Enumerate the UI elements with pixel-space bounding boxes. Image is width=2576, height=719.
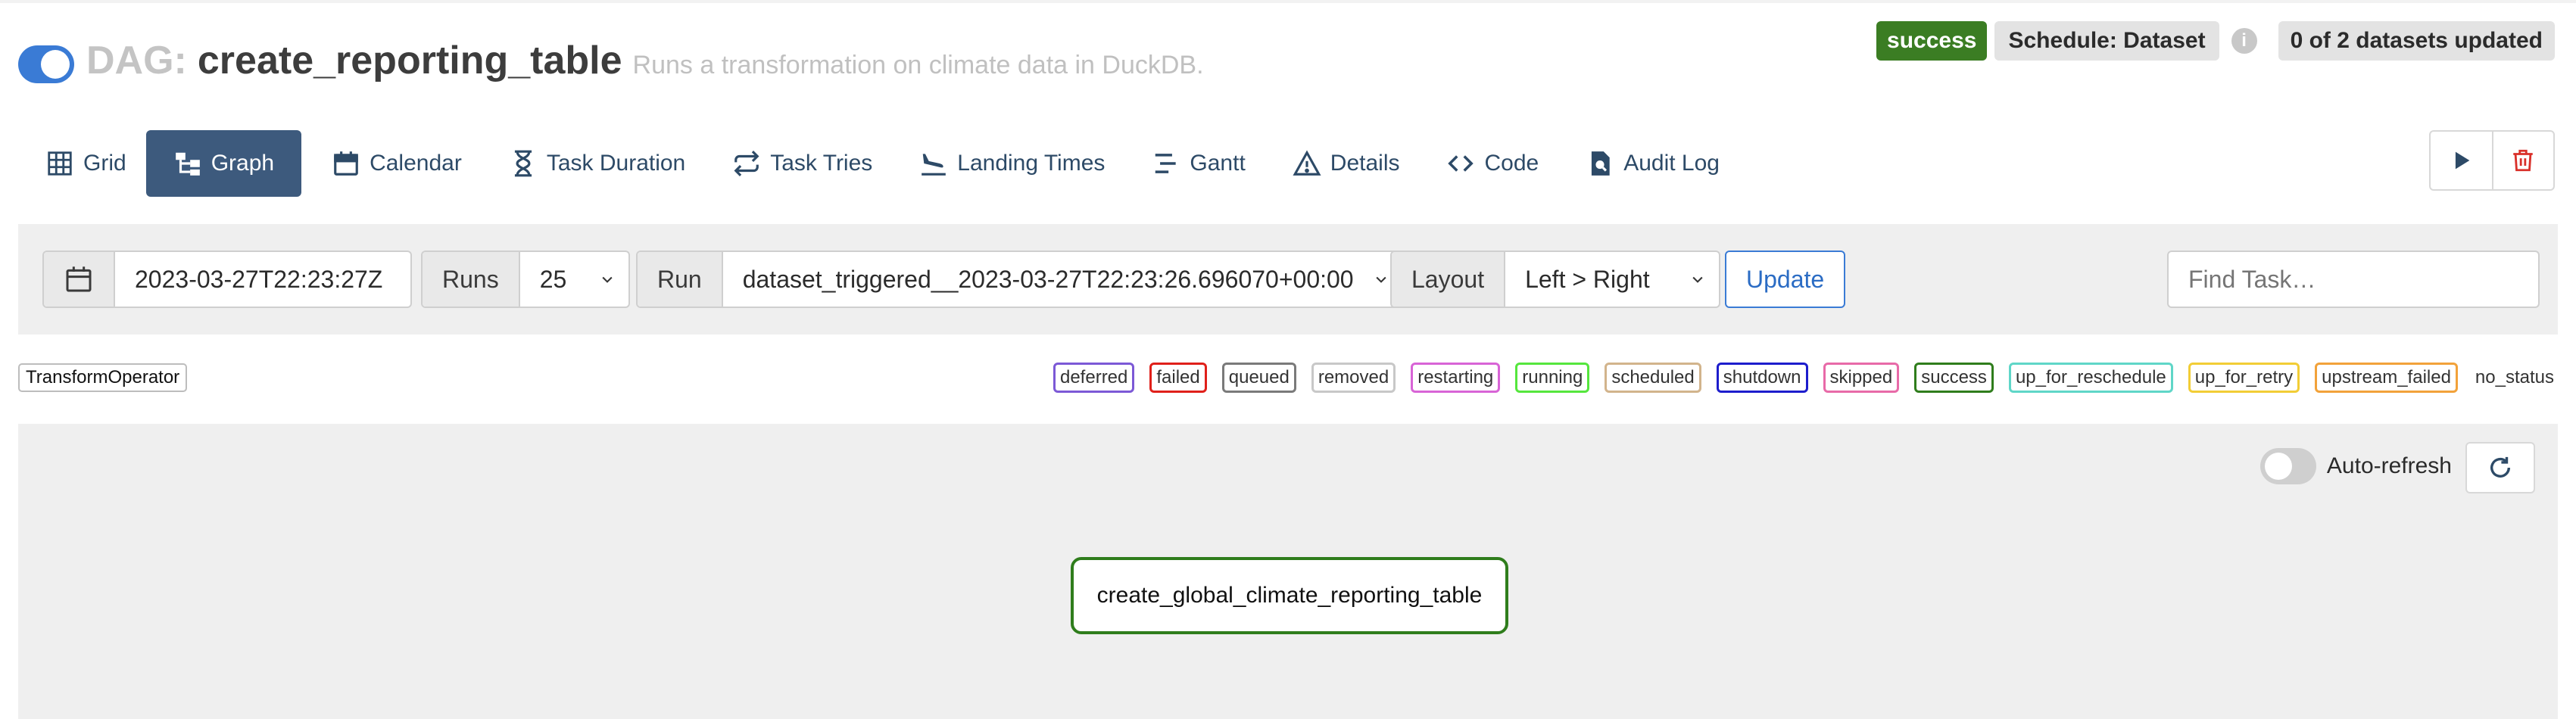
toggle-knob [2264, 453, 2292, 480]
dag-pause-toggle[interactable] [18, 45, 74, 83]
chevron-down-icon [1376, 276, 1386, 283]
gantt-icon [1155, 154, 1177, 173]
graph-controls-bar: 2023-03-27T22:23:27Z Runs 25 Run dataset… [18, 224, 2558, 335]
auto-refresh-toggle[interactable] [2259, 448, 2316, 484]
delete-dag-button[interactable] [2491, 132, 2553, 189]
auto-refresh-control[interactable]: Auto-refresh [2259, 447, 2452, 486]
layout-select[interactable]: Layout Left > Right [1390, 251, 1720, 308]
file-search-icon [1592, 151, 1610, 176]
grid-icon [48, 151, 72, 176]
tab-label: Gantt [1190, 151, 1246, 176]
operator-legend-tag[interactable]: TransformOperator [18, 363, 188, 392]
run-label: Run [638, 252, 723, 307]
dag-prefix: DAG: [86, 39, 187, 82]
chevron-down-icon [602, 276, 613, 283]
tab-audit-log[interactable]: Audit Log [1558, 130, 1736, 197]
legend-state-failed[interactable]: failed [1149, 363, 1207, 393]
hourglass-icon [514, 150, 532, 177]
repeat-icon [734, 151, 759, 176]
calendar-icon [66, 266, 92, 292]
legend-state-upstream-failed[interactable]: upstream_failed [2315, 363, 2458, 393]
legend-state-no-status[interactable]: no_status [2473, 363, 2556, 393]
trash-icon [2513, 149, 2534, 172]
runs-label: Runs [423, 252, 520, 307]
legend-state-queued[interactable]: queued [1221, 363, 1296, 393]
tab-label: Landing Times [957, 151, 1106, 176]
tab-label: Task Tries [770, 151, 873, 176]
legend-state-running[interactable]: running [1515, 363, 1590, 393]
base-date-value[interactable]: 2023-03-27T22:23:27Z [115, 266, 410, 294]
legend-state-success[interactable]: success [1914, 363, 1994, 393]
tab-calendar[interactable]: Calendar [304, 130, 479, 197]
update-button[interactable]: Update [1725, 251, 1846, 308]
legend-state-deferred[interactable]: deferred [1053, 363, 1135, 393]
legend-state-up-for-reschedule[interactable]: up_for_reschedule [2008, 363, 2173, 393]
run-value[interactable]: dataset_triggered__2023-03-27T22:23:26.6… [723, 266, 1374, 294]
tab-label: Graph [211, 151, 275, 176]
dag-action-buttons [2429, 130, 2555, 191]
top-border [0, 0, 2576, 3]
base-date-picker[interactable]: 2023-03-27T22:23:27Z [42, 251, 412, 308]
header-badges: success Schedule: Dataset i 0 of 2 datas… [1876, 21, 2555, 61]
layout-value[interactable]: Left > Right [1505, 266, 1690, 294]
tab-label: Grid [83, 151, 126, 176]
tab-landing-times[interactable]: Landing Times [892, 130, 1121, 197]
layout-label: Layout [1392, 252, 1506, 307]
runs-select[interactable]: Runs 25 [421, 251, 630, 308]
graph-icon [175, 152, 200, 176]
info-icon[interactable]: i [2231, 28, 2257, 54]
tab-label: Details [1330, 151, 1400, 176]
dag-description: Runs a transformation on climate data in… [632, 51, 1204, 79]
warning-triangle-icon [1293, 150, 1321, 176]
state-legend: deferred failed queued removed restarting run… [1038, 362, 2556, 394]
legend-state-up-for-retry[interactable]: up_for_retry [2188, 363, 2300, 393]
schedule-badge: Schedule: Dataset [1994, 21, 2219, 61]
tab-grid[interactable]: Grid [18, 130, 143, 197]
dag-nav-tabs: Grid Graph Calendar Task Duration Task T… [18, 130, 1739, 197]
code-icon [1448, 155, 1474, 172]
tab-label: Calendar [370, 151, 462, 176]
tab-label: Task Duration [546, 151, 686, 176]
calendar-picker-addon[interactable] [44, 252, 115, 307]
tab-task-duration[interactable]: Task Duration [482, 130, 702, 197]
tab-gantt[interactable]: Gantt [1124, 130, 1261, 197]
tab-label: Audit Log [1623, 151, 1720, 176]
tab-code[interactable]: Code [1419, 130, 1555, 197]
calendar-icon [334, 151, 358, 176]
dag-name: create_reporting_table [197, 39, 622, 82]
toggle-knob [41, 50, 70, 79]
legend-state-restarting[interactable]: restarting [1411, 363, 1501, 393]
task-node[interactable]: create_global_climate_reporting_table [1071, 557, 1508, 634]
legend-state-skipped[interactable]: skipped [1823, 363, 1900, 393]
refresh-icon [2490, 456, 2511, 478]
graph-canvas[interactable]: Auto-refresh create_global_climate_repor… [18, 424, 2558, 719]
tab-graph[interactable]: Graph [145, 130, 302, 197]
tab-details[interactable]: Details [1265, 130, 1417, 197]
play-icon [2456, 151, 2470, 170]
refresh-button[interactable] [2465, 442, 2535, 493]
tab-label: Code [1484, 151, 1539, 176]
auto-refresh-label: Auto-refresh [2326, 453, 2452, 478]
run-select[interactable]: Run dataset_triggered__2023-03-27T22:23:… [636, 251, 1404, 308]
find-task-input[interactable] [2167, 251, 2540, 308]
chevron-down-icon [1692, 276, 1703, 283]
legend-state-scheduled[interactable]: scheduled [1605, 363, 1701, 393]
datasets-badge[interactable]: 0 of 2 datasets updated [2278, 21, 2555, 61]
legend-state-removed[interactable]: removed [1311, 363, 1396, 393]
tab-task-tries[interactable]: Task Tries [705, 130, 889, 197]
plane-landing-icon [922, 154, 947, 176]
dag-status-badge[interactable]: success [1876, 21, 1988, 61]
trigger-dag-button[interactable] [2431, 132, 2492, 189]
legend-state-shutdown[interactable]: shutdown [1716, 363, 1808, 393]
dag-title: DAG: create_reporting_table Runs a trans… [86, 38, 1204, 86]
runs-value[interactable]: 25 [520, 266, 600, 294]
